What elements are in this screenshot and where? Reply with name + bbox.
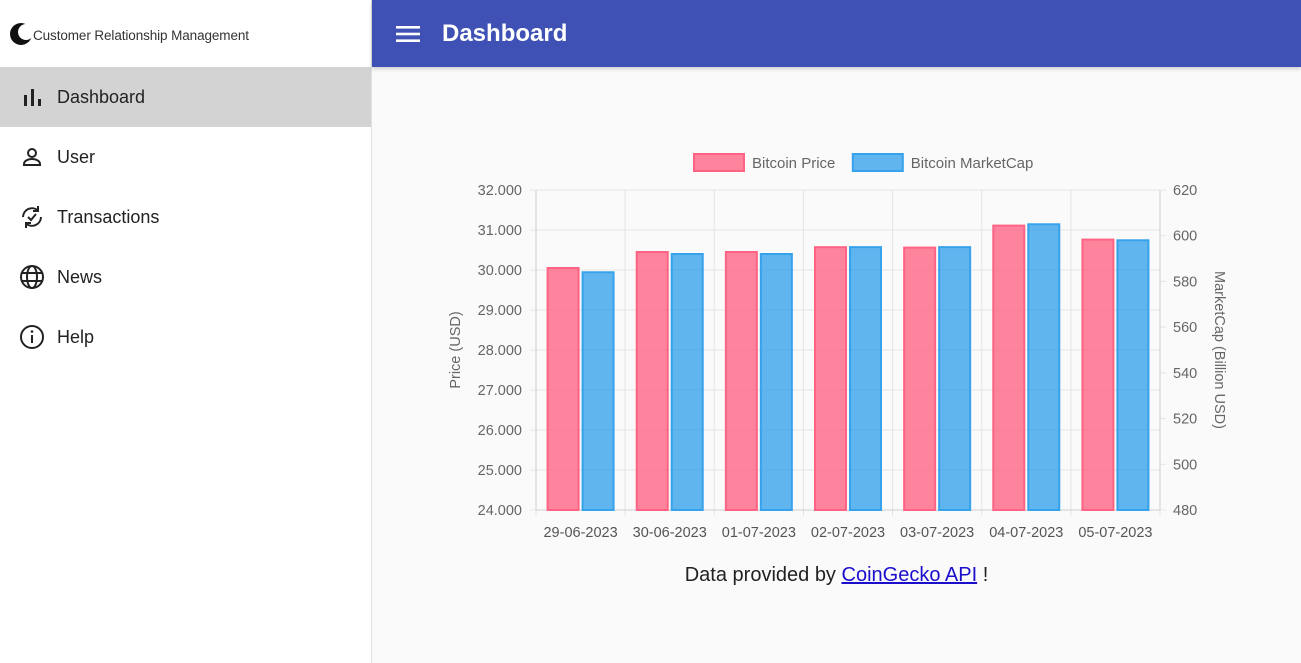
marketcap-bar (1116, 239, 1150, 512)
app-bar: Dashboard (372, 0, 1301, 67)
credit-prefix: Data provided by (684, 564, 836, 586)
price-bar (724, 251, 758, 511)
y-right-tick-label: 520 (1173, 412, 1197, 428)
sidebar-item-help[interactable]: Help (0, 307, 371, 367)
sidebar-item-label: Help (57, 326, 95, 347)
bar-chart-icon (19, 84, 45, 110)
y-left-tick-label: 28.000 (478, 343, 522, 359)
info-icon (19, 324, 45, 350)
x-tick-label: 30-06-2023 (633, 525, 707, 541)
price-bar (1081, 238, 1115, 511)
y-right-tick-label: 560 (1173, 320, 1197, 336)
price-bar (814, 246, 847, 511)
sidebar-item-label: Transactions (57, 206, 160, 227)
y-left-tick-label: 29.000 (478, 303, 522, 319)
data-credit: Data provided by CoinGecko API ! (372, 564, 1301, 587)
credit-suffix: ! (982, 564, 989, 586)
price-bar (546, 267, 580, 511)
legend-swatch (693, 153, 745, 172)
sidebar: Customer Relationship Management Dashboa… (0, 0, 372, 663)
globe-icon (19, 264, 45, 290)
y-right-axis-title: MarketCap (Billion USD) (1211, 271, 1227, 429)
sidebar-item-label: Dashboard (57, 86, 146, 107)
main-content: 24.000 25.000 26.000 27.000 28.000 29.000 30.0… (372, 67, 1301, 663)
sidebar-nav: Dashboard User Transactions News Help (0, 67, 371, 367)
sidebar-item-label: User (57, 146, 96, 167)
x-tick-label: 04-07-2023 (989, 525, 1063, 541)
person-icon (19, 144, 45, 170)
sidebar-item-user[interactable]: User (0, 127, 371, 187)
x-tick-label: 01-07-2023 (722, 525, 796, 541)
y-right-tick-label: 600 (1173, 229, 1197, 245)
coingecko-link[interactable]: CoinGecko API (842, 564, 978, 586)
crm-logo-icon (10, 22, 33, 45)
y-right-tick-label: 500 (1173, 457, 1197, 473)
y-left-tick-label: 32.000 (478, 183, 522, 199)
y-right-tick-label: 540 (1173, 366, 1197, 382)
y-left-tick-label: 26.000 (478, 423, 522, 439)
sidebar-item-transactions[interactable]: Transactions (0, 187, 371, 247)
y-left-tick-label: 25.000 (478, 463, 522, 479)
marketcap-bar (1027, 223, 1061, 512)
marketcap-bar (670, 253, 704, 511)
marketcap-bar (938, 246, 972, 511)
marketcap-bar (581, 271, 615, 511)
legend-swatch (851, 153, 904, 172)
price-bar (635, 251, 669, 511)
y-right-tick-label: 620 (1173, 183, 1197, 199)
y-left-axis-title: Price (USD) (448, 311, 464, 388)
marketcap-bar (849, 246, 882, 511)
sidebar-item-dashboard[interactable]: Dashboard (0, 67, 371, 127)
page-title: Dashboard (442, 19, 568, 47)
x-tick-label: 03-07-2023 (900, 525, 974, 541)
menu-icon[interactable] (393, 19, 423, 49)
x-tick-label: 02-07-2023 (811, 525, 885, 541)
sidebar-item-label: News (57, 266, 103, 287)
y-right-tick-label: 480 (1173, 503, 1197, 519)
brand-name: Customer Relationship Management (33, 28, 249, 43)
legend-label: Bitcoin Price (752, 155, 835, 172)
x-tick-label: 05-07-2023 (1078, 525, 1152, 541)
price-bar (992, 224, 1026, 511)
sidebar-item-news[interactable]: News (0, 247, 371, 307)
y-left-tick-label: 24.000 (478, 503, 522, 519)
bitcoin-chart: 24.000 25.000 26.000 27.000 28.000 29.000 30.0… (448, 153, 1227, 541)
brand[interactable]: Customer Relationship Management (0, 0, 371, 67)
sync-check-icon (19, 204, 45, 230)
y-left-tick-label: 27.000 (478, 383, 522, 399)
y-left-tick-label: 30.000 (478, 263, 522, 279)
y-left-tick-label: 31.000 (478, 223, 522, 239)
marketcap-bar (759, 253, 793, 511)
y-right-tick-label: 580 (1173, 274, 1197, 290)
price-bar (903, 246, 937, 511)
legend-label: Bitcoin MarketCap (911, 155, 1034, 172)
x-tick-label: 29-06-2023 (543, 525, 617, 541)
